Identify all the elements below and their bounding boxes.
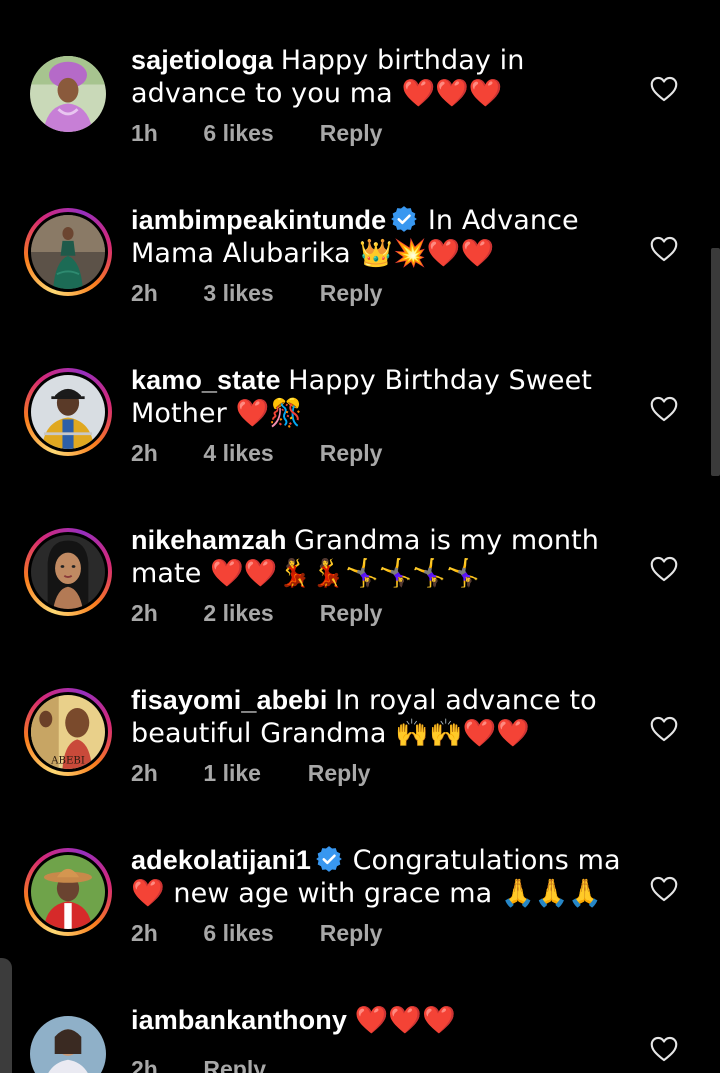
reply-button[interactable]: Reply: [203, 1056, 266, 1073]
like-comment-button[interactable]: [650, 236, 678, 262]
comment-meta: 2h 2 likes Reply: [131, 600, 382, 627]
comment-timestamp: 1h: [131, 120, 158, 146]
comment-body: kamo_state Happy Birthday Sweet Mother ❤…: [131, 364, 621, 430]
avatar[interactable]: [24, 1010, 112, 1073]
comment-likes-count[interactable]: 1 like: [203, 760, 301, 787]
reply-button[interactable]: Reply: [308, 760, 371, 787]
like-comment-button[interactable]: [650, 76, 678, 102]
comment-username[interactable]: fisayomi_abebi: [131, 685, 327, 715]
like-comment-button[interactable]: [650, 396, 678, 422]
comment-timestamp: 2h: [131, 1056, 158, 1073]
comment-username[interactable]: nikehamzah: [131, 525, 287, 555]
comment-body: fisayomi_abebi In royal advance to beaut…: [131, 684, 621, 750]
comment-username[interactable]: sajetiologa: [131, 45, 273, 75]
heart-outline-icon: [650, 396, 678, 422]
reply-button[interactable]: Reply: [320, 280, 383, 307]
avatar[interactable]: [24, 208, 112, 296]
comments-list: sajetiologa Happy birthday in advance to…: [0, 0, 720, 1073]
comment-timestamp: 2h: [131, 600, 158, 626]
avatar-woman-green-gown-image: [31, 215, 105, 289]
comment-likes-count[interactable]: 3 likes: [203, 280, 313, 307]
comment-username[interactable]: kamo_state: [131, 365, 281, 395]
comment-body: sajetiologa Happy birthday in advance to…: [131, 44, 621, 110]
comment-likes-count[interactable]: 6 likes: [203, 920, 313, 947]
like-comment-button[interactable]: [650, 1036, 678, 1062]
comment-meta: 2h Reply: [131, 1056, 266, 1073]
comment-item: kamo_state Happy Birthday Sweet Mother ❤…: [0, 364, 720, 524]
like-comment-button[interactable]: [650, 876, 678, 902]
verified-badge-icon: [315, 845, 343, 873]
avatar[interactable]: [24, 50, 112, 138]
comment-item: sajetiologa Happy birthday in advance to…: [0, 44, 720, 204]
comment-item: adekolatijani1 Congratulations ma ❤️ new…: [0, 844, 720, 1004]
avatar-man-straw-hat-image: [31, 855, 105, 929]
reply-button[interactable]: Reply: [320, 120, 383, 147]
edge-panel-handle[interactable]: [0, 958, 12, 1073]
avatar-woman-portrait-image: [31, 535, 105, 609]
heart-outline-icon: [650, 556, 678, 582]
reply-button[interactable]: Reply: [320, 600, 383, 627]
comment-text: ❤️❤️❤️: [354, 1005, 456, 1036]
heart-outline-icon: [650, 236, 678, 262]
heart-outline-icon: [650, 716, 678, 742]
avatar[interactable]: [24, 368, 112, 456]
comment-likes-count[interactable]: 4 likes: [203, 440, 313, 467]
heart-outline-icon: [650, 876, 678, 902]
heart-outline-icon: [650, 76, 678, 102]
comment-body: iambankanthony ❤️❤️❤️: [131, 1004, 621, 1037]
avatar-movie-poster-abebi-image: ABEBI: [31, 695, 105, 769]
avatar-woman-purple-headwrap-image: [30, 56, 106, 132]
comment-username[interactable]: iambimpeakintunde: [131, 205, 386, 235]
like-comment-button[interactable]: [650, 556, 678, 582]
comment-meta: 1h 6 likes Reply: [131, 120, 382, 147]
comment-meta: 2h 6 likes Reply: [131, 920, 382, 947]
like-comment-button[interactable]: [650, 716, 678, 742]
comment-body: adekolatijani1 Congratulations ma ❤️ new…: [131, 844, 621, 910]
comment-item: iambimpeakintunde In Advance Mama Alubar…: [0, 204, 720, 364]
comment-timestamp: 2h: [131, 760, 158, 786]
reply-button[interactable]: Reply: [320, 440, 383, 467]
comment-username[interactable]: iambankanthony: [131, 1005, 347, 1035]
comment-meta: 2h 1 like Reply: [131, 760, 370, 787]
verified-badge-icon: [390, 205, 418, 233]
comment-timestamp: 2h: [131, 280, 158, 306]
comment-username[interactable]: adekolatijani1: [131, 845, 311, 875]
avatar[interactable]: [24, 528, 112, 616]
comment-item: iambankanthony ❤️❤️❤️ 2h Reply: [0, 1004, 720, 1073]
avatar-man-cap-vest-image: [31, 375, 105, 449]
comment-timestamp: 2h: [131, 920, 158, 946]
comment-body: iambimpeakintunde In Advance Mama Alubar…: [131, 204, 621, 270]
avatar[interactable]: [24, 848, 112, 936]
comment-meta: 2h 4 likes Reply: [131, 440, 382, 467]
comment-likes-count[interactable]: 6 likes: [203, 120, 313, 147]
comment-likes-count[interactable]: 2 likes: [203, 600, 313, 627]
comment-meta: 2h 3 likes Reply: [131, 280, 382, 307]
scrollbar[interactable]: [711, 248, 720, 476]
comment-item: ABEBI fisayomi_abebi In royal advance to…: [0, 684, 720, 844]
avatar[interactable]: ABEBI: [24, 688, 112, 776]
avatar-poster-text: ABEBI: [50, 755, 85, 766]
avatar-woman-white-outfit-image: [30, 1016, 106, 1073]
comment-timestamp: 2h: [131, 440, 158, 466]
reply-button[interactable]: Reply: [320, 920, 383, 947]
heart-outline-icon: [650, 1036, 678, 1062]
comment-body: nikehamzah Grandma is my month mate ❤️❤️…: [131, 524, 621, 590]
comment-item: nikehamzah Grandma is my month mate ❤️❤️…: [0, 524, 720, 684]
